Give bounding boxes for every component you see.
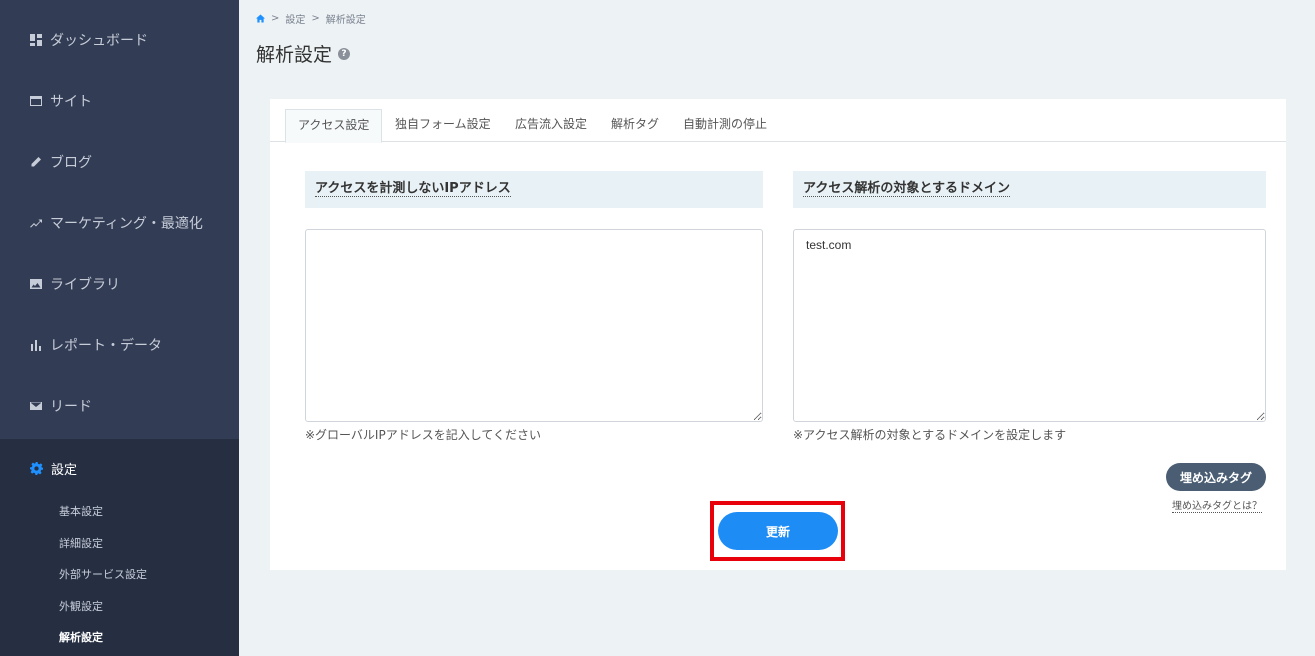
update-button[interactable]: 更新 — [718, 512, 838, 550]
tab-ad-inflow[interactable]: 広告流入設定 — [503, 109, 599, 142]
sidebar: ダッシュボード サイト ブログ マーケティング・最適化 ライブラリ レポート・デ… — [0, 0, 239, 656]
embed-tag-help-link[interactable]: 埋め込みタグとは？ — [1172, 497, 1262, 513]
sidebar-item-label: リード — [50, 399, 92, 415]
sidebar-item-lead[interactable]: リード — [0, 376, 239, 436]
sidebar-item-label: サイト — [50, 94, 92, 110]
sub-item-external[interactable]: 外部サービス設定 — [59, 566, 147, 582]
sidebar-item-blog[interactable]: ブログ — [0, 132, 239, 192]
image-icon — [30, 278, 42, 290]
sidebar-item-settings[interactable]: 設定 — [0, 439, 239, 497]
dashboard-icon — [30, 34, 42, 46]
settings-label: 設定 — [51, 462, 78, 478]
sub-item-analytics[interactable]: 解析設定 — [59, 629, 103, 645]
pencil-icon — [30, 156, 42, 168]
breadcrumb-separator: > — [311, 13, 320, 24]
help-icon[interactable]: ? — [338, 47, 351, 60]
bar-chart-icon — [30, 339, 42, 351]
sidebar-item-library[interactable]: ライブラリ — [0, 254, 239, 314]
domain-textarea[interactable]: test.com — [793, 229, 1266, 422]
sidebar-item-label: ライブラリ — [50, 277, 120, 293]
sub-item-detail[interactable]: 詳細設定 — [59, 535, 103, 551]
tab-analytics-tag[interactable]: 解析タグ — [599, 109, 671, 142]
ip-section-title: アクセスを計測しないIPアドレス — [305, 171, 763, 208]
breadcrumb-item-current: 解析設定 — [325, 15, 366, 26]
home-icon[interactable] — [256, 14, 265, 23]
settings-card: アクセス設定 独自フォーム設定 広告流入設定 解析タグ 自動計測の停止 アクセス… — [270, 99, 1286, 570]
page-title: 解析設定 ? — [256, 40, 351, 67]
sidebar-item-dashboard[interactable]: ダッシュボード — [0, 10, 239, 70]
sidebar-item-site[interactable]: サイト — [0, 71, 239, 131]
sidebar-item-report[interactable]: レポート・データ — [0, 315, 239, 375]
tab-custom-form[interactable]: 独自フォーム設定 — [383, 109, 503, 142]
sidebar-item-label: ブログ — [50, 155, 92, 171]
gear-icon — [30, 461, 43, 475]
embed-tag-button[interactable]: 埋め込みタグ — [1166, 463, 1266, 491]
sub-item-appearance[interactable]: 外観設定 — [59, 598, 103, 614]
tab-stop-auto-measure[interactable]: 自動計測の停止 — [671, 109, 779, 142]
tab-bar: アクセス設定 独自フォーム設定 広告流入設定 解析タグ 自動計測の停止 — [270, 99, 1286, 143]
settings-menu: 設定 基本設定 詳細設定 外部サービス設定 外観設定 解析設定 — [0, 439, 239, 656]
sidebar-item-marketing[interactable]: マーケティング・最適化 — [0, 193, 239, 253]
sidebar-item-label: レポート・データ — [50, 338, 162, 354]
breadcrumb: > 設定 > 解析設定 — [256, 11, 366, 26]
sidebar-item-label: ダッシュボード — [50, 33, 148, 49]
trend-icon — [30, 217, 42, 229]
sidebar-item-label: マーケティング・最適化 — [50, 216, 203, 232]
breadcrumb-item-settings[interactable]: 設定 — [285, 11, 305, 26]
ip-section-title-text: アクセスを計測しないIPアドレス — [315, 181, 511, 197]
page-title-text: 解析設定 — [256, 44, 333, 66]
tab-access[interactable]: アクセス設定 — [285, 109, 383, 143]
ip-hint: ※グローバルIPアドレスを記入してください — [305, 428, 541, 442]
breadcrumb-separator: > — [271, 13, 280, 24]
ip-address-textarea[interactable] — [305, 229, 763, 422]
window-icon — [30, 95, 42, 107]
domain-section-title: アクセス解析の対象とするドメイン — [793, 171, 1266, 208]
domain-hint: ※アクセス解析の対象とするドメインを設定します — [793, 428, 1067, 442]
domain-section-title-text: アクセス解析の対象とするドメイン — [803, 181, 1010, 197]
mail-icon — [30, 400, 42, 412]
sub-item-basic[interactable]: 基本設定 — [59, 503, 103, 519]
